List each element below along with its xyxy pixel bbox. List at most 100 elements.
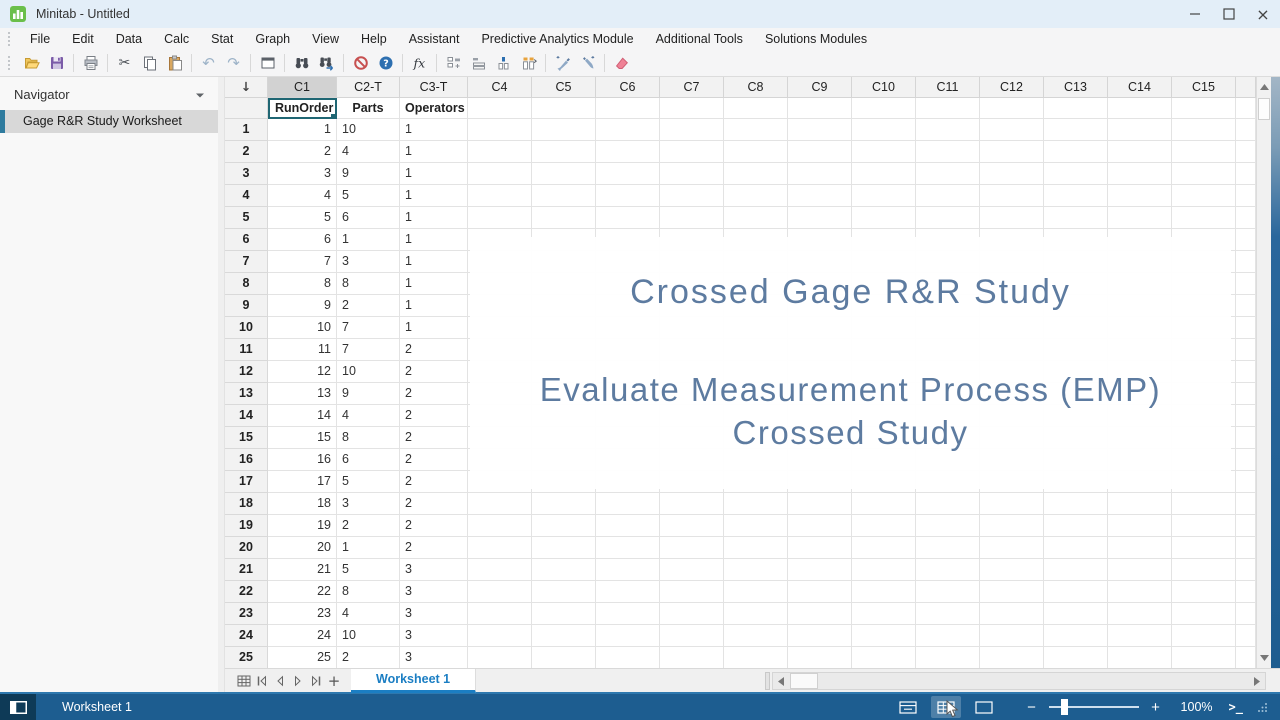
worksheet-cell[interactable] <box>916 625 980 647</box>
column-name-cell-c14[interactable] <box>1108 98 1172 119</box>
worksheet-cell[interactable]: 6 <box>337 207 400 229</box>
worksheet-cell[interactable] <box>1108 581 1172 603</box>
row-header[interactable]: 19 <box>225 515 268 537</box>
worksheet-cell[interactable] <box>660 141 724 163</box>
column-header-c1[interactable]: C1 <box>268 77 337 98</box>
column-name-cell-c10[interactable] <box>852 98 916 119</box>
worksheet-cell[interactable] <box>1108 603 1172 625</box>
worksheet-cell[interactable]: 20 <box>268 537 337 559</box>
worksheet-cell[interactable]: 4 <box>337 405 400 427</box>
worksheet-cell[interactable] <box>980 207 1044 229</box>
worksheet-cell[interactable]: 2 <box>400 537 468 559</box>
worksheet-cell[interactable] <box>852 493 916 515</box>
row-header[interactable]: 20 <box>225 537 268 559</box>
worksheet-cell[interactable]: 2 <box>400 471 468 493</box>
worksheet-cell[interactable] <box>980 537 1044 559</box>
worksheet-cell[interactable] <box>916 493 980 515</box>
worksheet-cell[interactable]: 1 <box>400 119 468 141</box>
worksheet-cell[interactable]: 7 <box>268 251 337 273</box>
worksheet-cell[interactable]: 2 <box>337 295 400 317</box>
worksheet-cell[interactable] <box>852 647 916 668</box>
split-view-button[interactable] <box>893 696 923 718</box>
first-worksheet-button[interactable] <box>253 671 271 691</box>
worksheet-cell[interactable] <box>660 493 724 515</box>
worksheet-cell[interactable] <box>1172 581 1236 603</box>
worksheet-cell[interactable] <box>916 559 980 581</box>
worksheet-cell[interactable]: 7 <box>337 317 400 339</box>
worksheet-cell[interactable]: 22 <box>268 581 337 603</box>
column-name-cell-c9[interactable] <box>788 98 852 119</box>
worksheet-cell[interactable] <box>916 163 980 185</box>
worksheet-cell[interactable]: 21 <box>268 559 337 581</box>
column-header-c14[interactable]: C14 <box>1108 77 1172 98</box>
worksheet-cell[interactable]: 17 <box>268 471 337 493</box>
worksheet-cell[interactable]: 10 <box>337 119 400 141</box>
worksheet-cell[interactable] <box>468 603 532 625</box>
worksheet-cell[interactable] <box>660 647 724 668</box>
row-header[interactable]: 7 <box>225 251 268 273</box>
row-header[interactable]: 25 <box>225 647 268 668</box>
worksheet-cell[interactable] <box>532 537 596 559</box>
worksheet-cell[interactable] <box>980 185 1044 207</box>
menu-solutions-modules[interactable]: Solutions Modules <box>754 28 878 50</box>
worksheet-cell[interactable] <box>724 119 788 141</box>
worksheet-cell[interactable] <box>724 559 788 581</box>
command-line-icon[interactable]: >_ <box>1229 700 1243 714</box>
next-worksheet-button[interactable] <box>289 671 307 691</box>
worksheet-cell[interactable]: 8 <box>337 273 400 295</box>
worksheet-cell[interactable] <box>1044 581 1108 603</box>
worksheet-cell[interactable] <box>980 625 1044 647</box>
worksheet-cell[interactable]: 5 <box>337 185 400 207</box>
worksheet-cell[interactable] <box>596 493 660 515</box>
help-button[interactable]: ? <box>373 52 398 75</box>
row-header[interactable]: 9 <box>225 295 268 317</box>
worksheet-cell[interactable] <box>468 559 532 581</box>
worksheet-cell[interactable] <box>1044 141 1108 163</box>
menu-data[interactable]: Data <box>105 28 153 50</box>
menu-additional-tools[interactable]: Additional Tools <box>645 28 754 50</box>
worksheet-cell[interactable]: 10 <box>337 361 400 383</box>
worksheet-cell[interactable] <box>596 141 660 163</box>
column-header-c11[interactable]: C11 <box>916 77 980 98</box>
worksheet-cell[interactable]: 8 <box>337 427 400 449</box>
worksheet-cell[interactable]: 2 <box>400 383 468 405</box>
column-header-c12[interactable]: C12 <box>980 77 1044 98</box>
new-window-button[interactable] <box>255 52 280 75</box>
find-next-button[interactable] <box>314 52 339 75</box>
worksheet-cell[interactable] <box>724 185 788 207</box>
worksheet-cell[interactable] <box>532 207 596 229</box>
row-header[interactable]: 4 <box>225 185 268 207</box>
worksheet-cell[interactable] <box>468 163 532 185</box>
worksheet-cell[interactable] <box>468 515 532 537</box>
worksheet-cell[interactable]: 3 <box>400 647 468 668</box>
worksheet-cell[interactable]: 1 <box>337 537 400 559</box>
worksheet-cell[interactable] <box>532 559 596 581</box>
worksheet-cell[interactable] <box>532 141 596 163</box>
worksheet-cell[interactable] <box>916 537 980 559</box>
column-name-cell-c12[interactable] <box>980 98 1044 119</box>
worksheet-cell[interactable] <box>1044 647 1108 668</box>
column-name-cell-c11[interactable] <box>916 98 980 119</box>
column-name-cell-c5[interactable] <box>532 98 596 119</box>
worksheet-cell[interactable] <box>1044 119 1108 141</box>
column-header-c5[interactable]: C5 <box>532 77 596 98</box>
worksheet-cell[interactable] <box>660 581 724 603</box>
worksheet-cell[interactable] <box>724 493 788 515</box>
worksheet-cell[interactable]: 23 <box>268 603 337 625</box>
worksheet-cell[interactable]: 16 <box>268 449 337 471</box>
insert-columns-button[interactable] <box>491 52 516 75</box>
data-view-button[interactable] <box>930 696 961 718</box>
cut-button[interactable]: ✂ <box>112 52 137 75</box>
worksheet-cell[interactable]: 10 <box>268 317 337 339</box>
column-header-c8[interactable]: C8 <box>724 77 788 98</box>
worksheet-cell[interactable] <box>660 515 724 537</box>
worksheet-cell[interactable] <box>468 207 532 229</box>
worksheet-cell[interactable]: 3 <box>400 625 468 647</box>
worksheet-cell[interactable]: 1 <box>268 119 337 141</box>
vertical-scrollbar[interactable] <box>1256 77 1271 668</box>
worksheet-cell[interactable] <box>852 207 916 229</box>
copy-button[interactable] <box>137 52 162 75</box>
worksheet-cell[interactable] <box>1172 603 1236 625</box>
row-header[interactable]: 5 <box>225 207 268 229</box>
row-header[interactable]: 1 <box>225 119 268 141</box>
